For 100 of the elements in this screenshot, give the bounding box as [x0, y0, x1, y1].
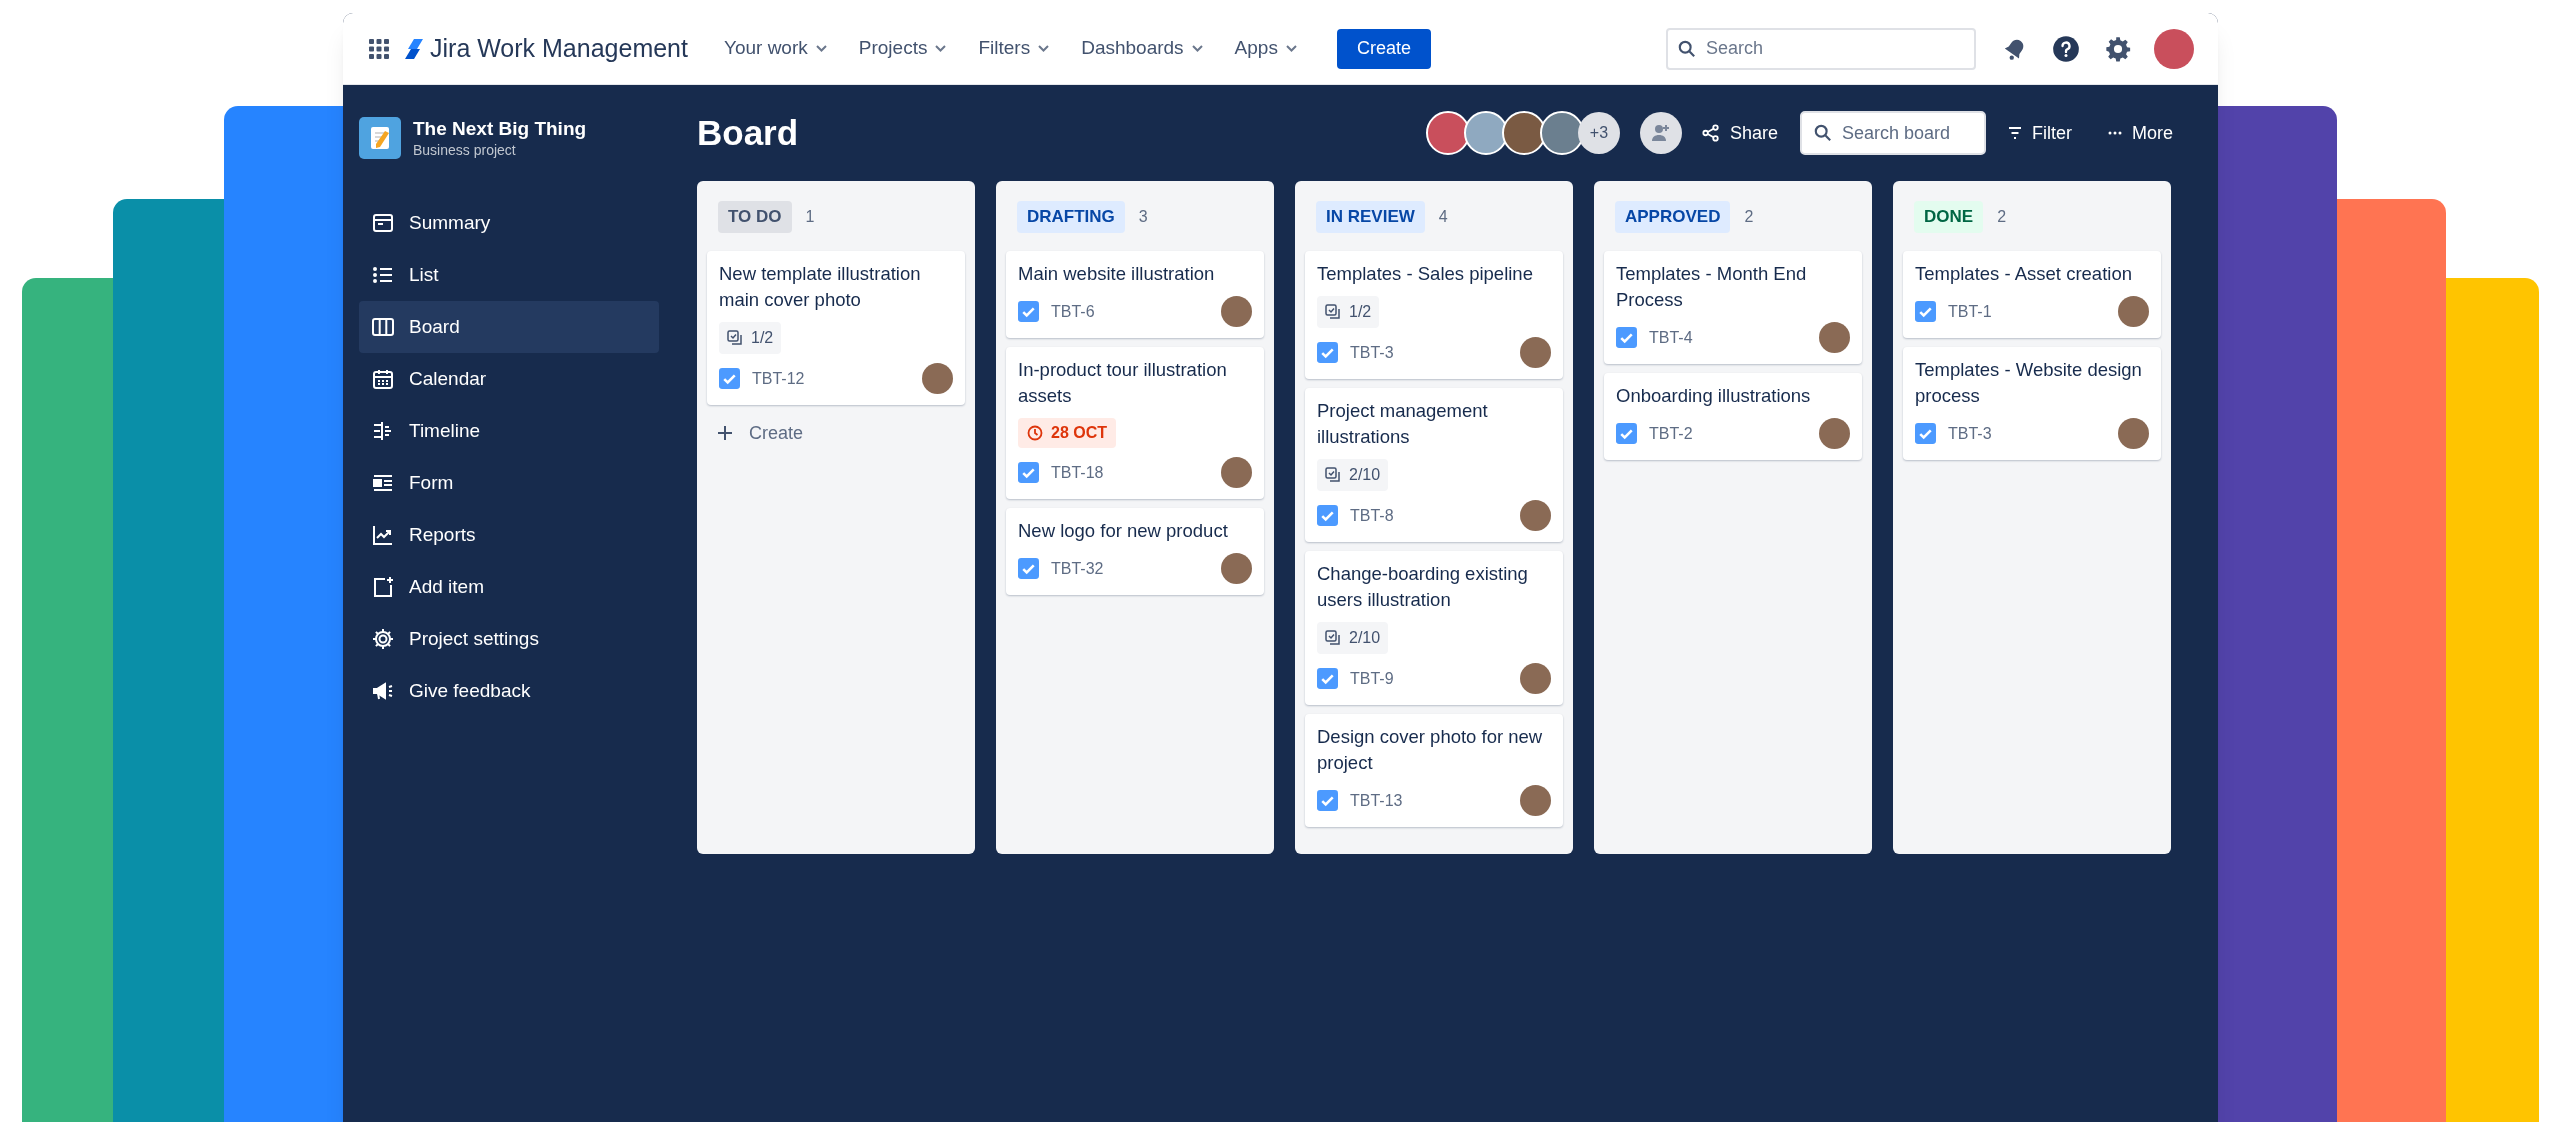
subtask-count: 2/10	[1317, 622, 1389, 654]
issue-card[interactable]: Onboarding illustrations TBT-2	[1604, 373, 1862, 460]
assignee-avatar[interactable]	[1520, 663, 1551, 694]
issue-card[interactable]: Templates - Website design process TBT-3	[1903, 347, 2161, 460]
task-checkbox-icon	[1317, 505, 1338, 526]
issue-card[interactable]: Templates - Month End Process TBT-4	[1604, 251, 1862, 364]
subtask-count: 2/10	[1317, 459, 1389, 491]
issue-key: TBT-13	[1350, 788, 1508, 813]
assignee-avatar[interactable]	[2118, 418, 2149, 449]
card-title: Templates - Month End Process	[1616, 262, 1808, 312]
assignee-avatar[interactable]	[1520, 785, 1551, 816]
app-grid-icon[interactable]	[367, 36, 391, 61]
issue-card[interactable]: Main website illustration TBT-6	[1006, 251, 1264, 338]
sidebar-item[interactable]: Add item	[359, 561, 659, 613]
sidebar-item[interactable]: Form	[359, 457, 659, 509]
issue-card[interactable]: Change-boarding existing users illustration 2/10 TBT-9	[1305, 551, 1563, 705]
board-search-field[interactable]: Search board	[1800, 111, 1986, 155]
share-button[interactable]: Share	[1701, 119, 1778, 147]
issue-card[interactable]: Design cover photo for new project TBT-13	[1305, 714, 1563, 827]
column-status: DRAFTING	[1017, 201, 1125, 233]
assignee-avatar[interactable]	[1819, 418, 1850, 449]
add-people-button[interactable]	[1639, 112, 1682, 154]
assignee-avatar[interactable]	[1221, 553, 1252, 584]
chevron-down-icon	[1285, 45, 1297, 52]
more-icon	[2108, 131, 2122, 135]
chevron-down-icon	[815, 45, 827, 52]
issue-key: TBT-1	[1948, 299, 2106, 324]
help-icon[interactable]	[2052, 34, 2080, 63]
issue-key: TBT-4	[1649, 325, 1807, 350]
sidebar-item[interactable]: Give feedback	[359, 665, 659, 717]
issue-key: TBT-12	[752, 366, 910, 391]
assignee-avatar[interactable]	[1221, 296, 1252, 327]
summary-icon	[371, 211, 395, 235]
column-count: 2	[1744, 207, 1754, 227]
card-title: Project management illustrations	[1317, 399, 1489, 449]
task-checkbox-icon	[1317, 790, 1338, 811]
issue-key: TBT-8	[1350, 503, 1508, 528]
subtask-count: 1/2	[1317, 296, 1380, 328]
more-button[interactable]: More	[2108, 119, 2173, 147]
task-checkbox-icon	[1317, 668, 1338, 689]
issue-key: TBT-3	[1350, 340, 1508, 365]
logo-icon	[404, 37, 424, 60]
sidebar-item[interactable]: Calendar	[359, 353, 659, 405]
task-checkbox-icon	[1616, 423, 1637, 444]
project-type: Business project	[413, 141, 517, 159]
due-date: 28 OCT	[1018, 418, 1116, 448]
subtask-count: 1/2	[719, 322, 782, 354]
sidebar-item[interactable]: Board	[359, 301, 659, 353]
assignee-avatar[interactable]	[922, 363, 953, 394]
share-icon	[1701, 124, 1720, 142]
nav-menu[interactable]: Filters	[966, 28, 1062, 69]
assignee-avatar[interactable]	[1819, 322, 1850, 353]
sidebar-item[interactable]: List	[359, 249, 659, 301]
nav-menu[interactable]: Dashboards	[1069, 28, 1215, 69]
assignee-avatar[interactable]	[2118, 296, 2149, 327]
card-title: New template illustration main cover photo	[719, 262, 922, 312]
issue-key: TBT-32	[1051, 556, 1209, 581]
issue-card[interactable]: Templates - Sales pipeline 1/2 TBT-3	[1305, 251, 1563, 379]
nav-menu[interactable]: Your work	[712, 28, 839, 69]
assignee-avatar[interactable]	[1520, 500, 1551, 531]
settings-icon	[371, 627, 395, 651]
nav-menu[interactable]: Apps	[1222, 28, 1309, 69]
column-count: 3	[1138, 207, 1148, 227]
task-checkbox-icon	[1915, 301, 1936, 322]
product-name[interactable]: Jira Work Management	[430, 29, 688, 68]
card-title: Templates - Website design process	[1915, 358, 2143, 408]
issue-card[interactable]: Templates - Asset creation TBT-1	[1903, 251, 2161, 338]
create-button[interactable]: Create	[1336, 28, 1431, 69]
project-icon	[359, 117, 401, 159]
sidebar-item[interactable]: Summary	[359, 197, 659, 249]
chevron-down-icon	[1191, 45, 1203, 52]
chevron-down-icon	[1038, 45, 1050, 52]
more-members-count[interactable]: +3	[1577, 112, 1620, 154]
issue-card[interactable]: In-product tour illustration assets 28 OCT TBT-18	[1006, 347, 1264, 499]
filter-button[interactable]: Filter	[2008, 119, 2072, 147]
assignee-avatar[interactable]	[1520, 337, 1551, 368]
project-name: The Next Big Thing	[413, 117, 587, 141]
issue-card[interactable]: New logo for new product TBT-32	[1006, 508, 1264, 595]
plus-icon	[717, 425, 733, 441]
search-icon	[1814, 124, 1832, 142]
chevron-down-icon	[935, 45, 947, 52]
column-status: APPROVED	[1615, 201, 1731, 233]
issue-card[interactable]: New template illustration main cover photo 1/2 TBT-12	[707, 251, 965, 405]
sidebar-item[interactable]: Reports	[359, 509, 659, 561]
user-avatar[interactable]	[2154, 28, 2194, 69]
settings-icon[interactable]	[2104, 34, 2132, 63]
issue-card[interactable]: Project management illustrations 2/10 TBT-8	[1305, 388, 1563, 542]
search-field[interactable]: Search	[1666, 27, 1976, 70]
create-issue-button[interactable]: Create	[707, 415, 965, 451]
clock-icon	[1027, 425, 1043, 441]
sidebar-item[interactable]: Project settings	[359, 613, 659, 665]
issue-key: TBT-6	[1051, 299, 1209, 324]
nav-menu[interactable]: Projects	[846, 28, 959, 69]
sidebar-item[interactable]: Timeline	[359, 405, 659, 457]
task-checkbox-icon	[1018, 462, 1039, 483]
calendar-icon	[371, 367, 395, 391]
issue-key: TBT-18	[1051, 460, 1209, 485]
card-title: Design cover photo for new project	[1317, 725, 1544, 775]
assignee-avatar[interactable]	[1221, 457, 1252, 488]
filter-icon	[2008, 127, 2022, 139]
